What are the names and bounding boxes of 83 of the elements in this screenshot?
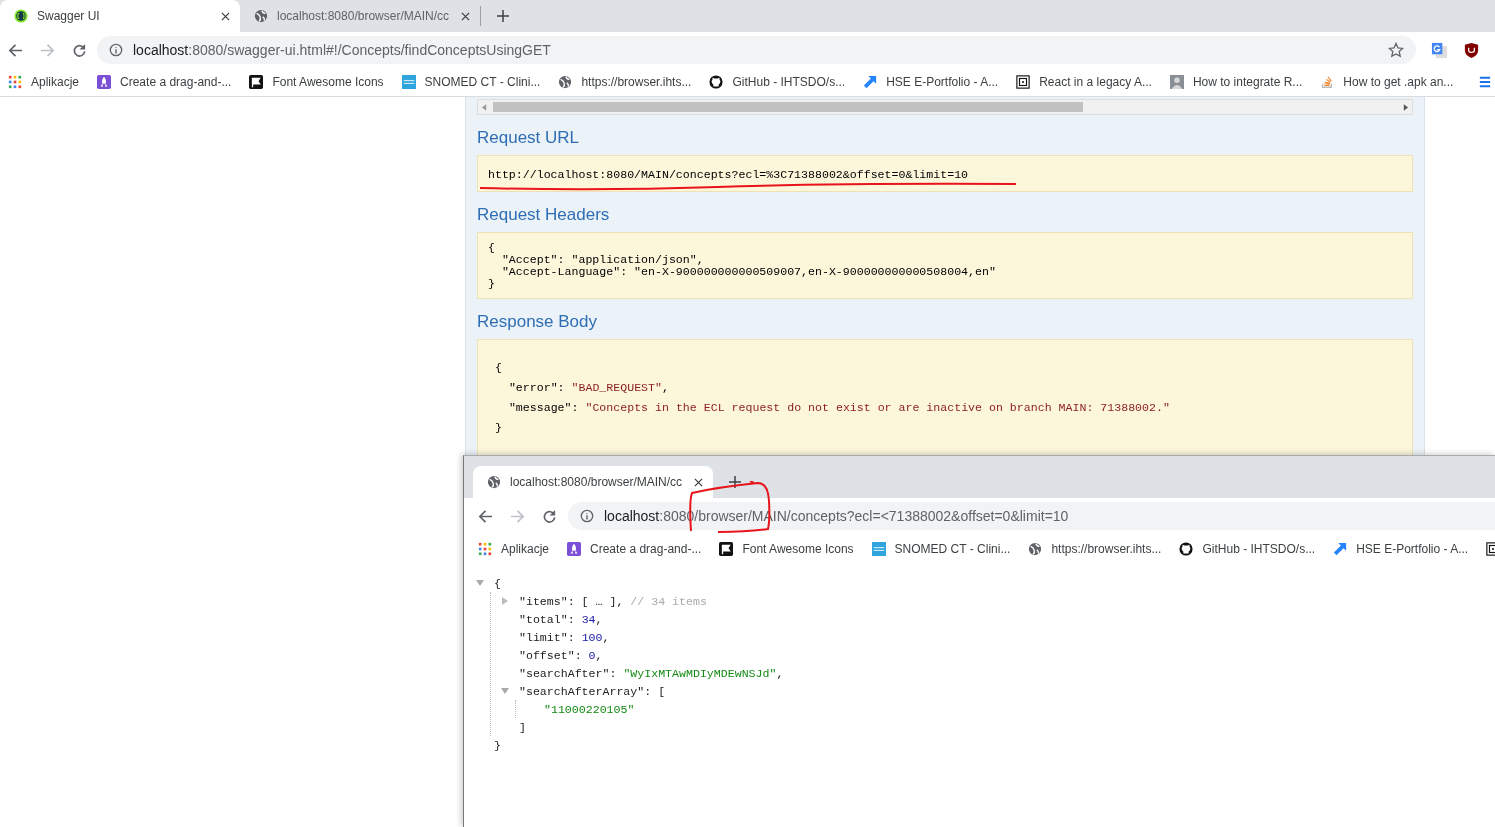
code-line: "error": "BAD_REQUEST", [507, 380, 670, 396]
bookmark-item[interactable]: Create a drag-and-... [567, 542, 702, 556]
json-line: "searchAfterArray": [ [519, 684, 666, 698]
section-heading: Request URL [477, 127, 581, 149]
snomed-logo-icon [871, 542, 886, 556]
tab-title: localhost:8080/browser/MAIN/cc [277, 9, 451, 23]
tab-title: Swagger UI [37, 9, 101, 23]
flag-icon [249, 75, 264, 89]
bookmark-item[interactable]: How to get .apk an... [1320, 75, 1454, 89]
globe-icon [487, 475, 501, 489]
maze-icon [1016, 75, 1031, 89]
shield-extension-icon[interactable] [1463, 41, 1480, 59]
scroll-right-arrow-icon[interactable] [1403, 103, 1408, 111]
bookmark-item[interactable]: Create a drag-and-... [97, 75, 232, 89]
json-line: "limit": 100, [519, 630, 610, 644]
bookmark-item[interactable]: GitHub - IHTSDO/s... [1179, 542, 1316, 556]
github-icon [709, 75, 724, 89]
swagger-logo-icon [14, 9, 28, 23]
code-line: { [488, 242, 496, 254]
reload-icon[interactable] [72, 42, 87, 58]
reload-icon[interactable] [542, 508, 557, 524]
section-heading: Request Headers [477, 204, 611, 226]
bookmark-item[interactable]: React in a legacy A... [1016, 75, 1152, 89]
bookmark-item[interactable]: Aplikacje [8, 75, 80, 89]
info-icon [580, 509, 594, 523]
bookmark-item[interactable]: SNOMED CT - Clini... [401, 75, 541, 89]
globe-icon [558, 75, 573, 89]
double-arrow-icon [1333, 542, 1348, 556]
browser-tab[interactable]: localhost:8080/browser/MAIN/cc [473, 466, 713, 498]
browser-tab[interactable]: Swagger UI [0, 0, 240, 32]
bookmark-item[interactable]: How to integrate R... [1169, 75, 1303, 89]
bookmark-item[interactable]: SNOMED CT - Clini... [871, 542, 1011, 556]
stacked-lines-icon [1320, 75, 1335, 89]
json-line: { [494, 576, 501, 590]
menu-icon[interactable] [1479, 74, 1491, 90]
bookmark-item[interactable]: HSE E-Portfolio - A... [1333, 542, 1469, 556]
address-bar[interactable]: localhost:8080/swagger-ui.html#!/Concepts/findConceptsUsingGET [97, 36, 1416, 64]
json-line: } [494, 738, 501, 752]
bookmark-item[interactable]: https://browser.ihts... [558, 75, 692, 89]
close-icon[interactable] [461, 11, 470, 21]
star-icon[interactable] [1388, 42, 1404, 58]
bookmark-item[interactable]: HSE E-Portfolio - A... [863, 75, 999, 89]
code-line: { [495, 360, 503, 376]
code-line: } [495, 420, 503, 436]
tab-title: localhost:8080/browser/MAIN/cc [510, 475, 684, 489]
close-icon[interactable] [221, 11, 230, 21]
apps-grid-icon [8, 75, 22, 89]
double-arrow-icon [863, 75, 878, 89]
json-line: "total": 34, [519, 612, 603, 626]
globe-icon [254, 9, 268, 23]
json-line: "11000220105" [544, 702, 635, 716]
back-icon[interactable] [478, 508, 493, 524]
info-icon [109, 43, 123, 57]
close-icon[interactable] [694, 477, 703, 487]
bookmark-item[interactable]: Font Awesome Icons [249, 75, 384, 89]
code-line: "message": "Concepts in the ECL request do not exist or are inactive on branch MAIN: 71388002." [507, 400, 1171, 416]
bookmark-item[interactable]: Font Awesome Icons [719, 542, 854, 556]
code-line: "Accept-Language": "en-X-900000000000509007,en-X-900000000000508004,en" [500, 266, 997, 278]
globe-icon [1028, 542, 1043, 556]
back-icon[interactable] [8, 42, 23, 58]
flag-icon [719, 542, 734, 556]
horizontal-scrollbar[interactable] [477, 99, 1413, 115]
json-line: "offset": 0, [519, 648, 603, 662]
request-url-text: http://localhost:8080/MAIN/concepts?ecl=%3C71388002&offset=0&limit=10 [488, 168, 969, 181]
code-line: "Accept": "application/json", [500, 254, 705, 266]
bookmark-item[interactable]: https://browser.ihts... [1028, 542, 1162, 556]
new-tab-icon[interactable] [497, 10, 509, 22]
apps-grid-icon [478, 542, 492, 556]
browser-tab[interactable]: localhost:8080/browser/MAIN/cc [240, 0, 480, 32]
json-line: ] [519, 720, 526, 734]
rocket-icon [567, 542, 582, 556]
code-line: } [488, 278, 496, 290]
rocket-icon [97, 75, 112, 89]
json-line: "searchAfter": "WyIxMTAwMDIyMDEwNSJd", [519, 666, 784, 680]
avatar-icon [1169, 75, 1184, 89]
translate-extension-icon[interactable] [1431, 41, 1448, 59]
bookmark-item[interactable]: Aplikacje [478, 542, 550, 556]
new-tab-icon[interactable] [729, 476, 741, 488]
json-line: "items": [ … ], // 34 items [519, 594, 707, 608]
bookmark-item[interactable]: GitHub - IHTSDO/s... [709, 75, 846, 89]
github-icon [1179, 542, 1194, 556]
section-heading: Response Body [477, 311, 599, 333]
snomed-logo-icon [401, 75, 416, 89]
